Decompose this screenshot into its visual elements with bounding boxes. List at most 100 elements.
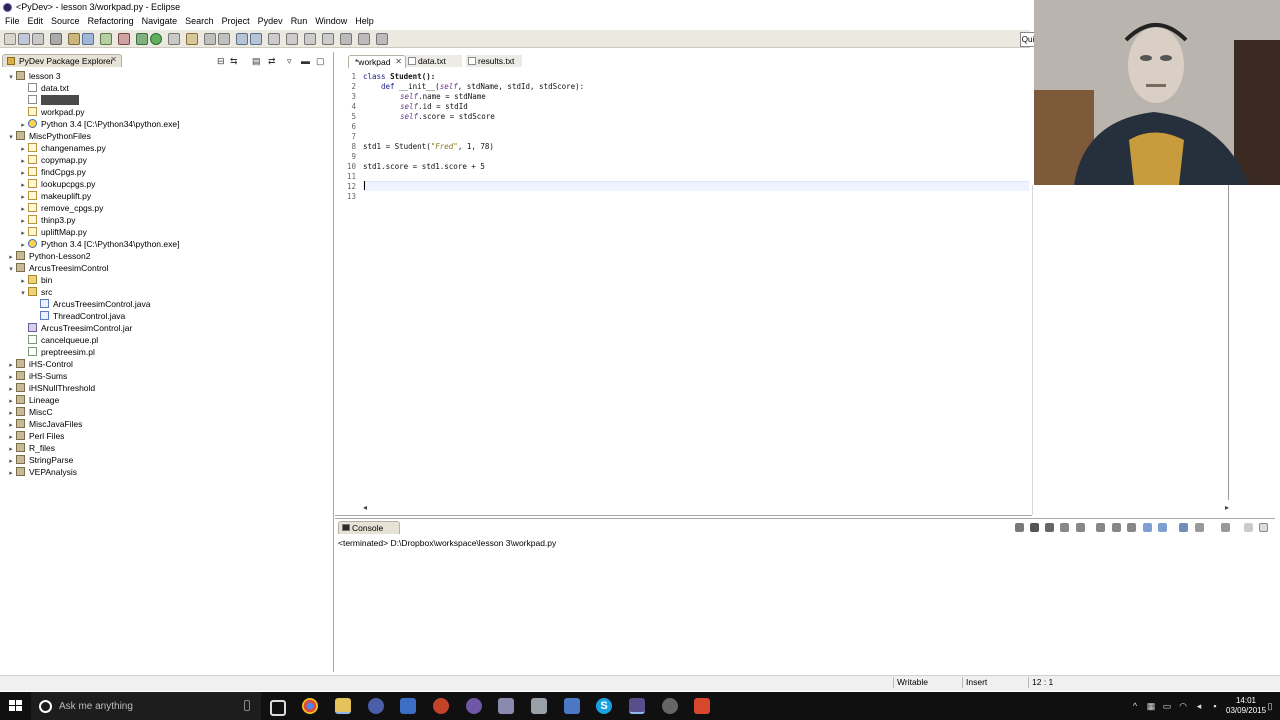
terminate-icon[interactable] — [1015, 523, 1024, 532]
chevron-up-icon[interactable]: ^ — [1130, 701, 1140, 711]
start-button[interactable] — [9, 700, 22, 712]
eclipse-active-icon[interactable] — [629, 698, 645, 714]
network-icon[interactable]: ▦ — [1146, 701, 1156, 711]
tree-item[interactable]: ▸ Python-Lesson2 — [6, 250, 90, 262]
tree-item[interactable]: ArcusTreesimControl.jar — [18, 322, 132, 334]
tree-item[interactable]: workpad.py — [18, 106, 84, 118]
tree-item[interactable]: ▸ bin — [18, 274, 52, 286]
tree-item[interactable]: ArcusTreesimControl.java — [30, 298, 150, 310]
expanded-arrow-icon[interactable]: ▾ — [6, 132, 16, 144]
open-console-icon[interactable] — [1179, 523, 1188, 532]
tab-workpad[interactable]: *workpad ✕ — [348, 55, 406, 68]
save-all-icon[interactable] — [32, 33, 44, 45]
tree-item[interactable]: ▾ MiscPythonFiles — [6, 130, 91, 142]
tree-item[interactable]: ▸ iHS-Control — [6, 358, 73, 370]
menu-project[interactable]: Project — [218, 15, 254, 26]
tree-item[interactable]: ▾ ArcusTreesimControl — [6, 262, 109, 274]
display-console-icon[interactable] — [1158, 523, 1167, 532]
tree-item[interactable]: ▸ Perl Files — [6, 430, 64, 442]
chrome-icon[interactable] — [302, 698, 318, 714]
minimize-icon[interactable] — [1244, 523, 1253, 532]
task-view-icon[interactable] — [270, 700, 286, 716]
battery-icon[interactable]: ▭ — [1162, 701, 1172, 711]
tree-item[interactable]: ▸ thinp3.py — [18, 214, 76, 226]
tree-item[interactable]: ▸ iHS-Sums — [6, 370, 67, 382]
remove-launch-icon[interactable] — [1030, 523, 1039, 532]
wifi-icon[interactable]: ◠ — [1178, 701, 1188, 711]
app-icon[interactable] — [662, 698, 678, 714]
maximize-icon[interactable] — [1259, 523, 1268, 532]
tree-item[interactable]: ▾ lesson 3 — [6, 70, 61, 82]
console-vertical-scrollbar[interactable] — [1266, 549, 1274, 662]
menu-search[interactable]: Search — [181, 15, 218, 26]
tree-item[interactable]: ▸ Python 3.4 [C:\Python34\python.exe] — [18, 238, 179, 250]
tree-item[interactable]: ▸ findCpgs.py — [18, 166, 86, 178]
filter-icon[interactable]: ▤ — [252, 56, 261, 67]
eclipse-taskbar-icon[interactable] — [466, 698, 482, 714]
app-icon[interactable] — [498, 698, 514, 714]
tree-item[interactable]: ▸ makeuplift.py — [18, 190, 91, 202]
tree-item[interactable]: results.txt — [18, 94, 80, 106]
skype-icon[interactable]: S — [596, 698, 612, 714]
tree-item[interactable]: ▸ MiscC — [6, 406, 53, 418]
taskbar-search-box[interactable]: Ask me anything — [31, 692, 261, 720]
external-tools-icon[interactable] — [168, 33, 180, 45]
search-icon[interactable] — [186, 33, 198, 45]
remove-all-icon[interactable] — [1045, 523, 1054, 532]
print-icon[interactable] — [50, 33, 62, 45]
close-icon[interactable]: ✕ — [395, 56, 402, 68]
show-console-on-error-icon[interactable] — [1127, 523, 1136, 532]
run-icon[interactable] — [150, 33, 162, 45]
tree-item[interactable]: preptreesim.pl — [18, 346, 95, 358]
editor-area[interactable] — [335, 52, 1032, 516]
menu-edit[interactable]: Edit — [24, 15, 48, 26]
scroll-right-icon[interactable]: ▸ — [1225, 503, 1229, 512]
menu-file[interactable]: File — [0, 15, 24, 26]
forward-icon[interactable] — [250, 33, 262, 45]
tree-item[interactable]: ▸ Lineage — [6, 394, 59, 406]
clear-console-icon[interactable] — [1060, 523, 1069, 532]
open-type-icon[interactable] — [68, 33, 80, 45]
last-edit-icon[interactable] — [304, 33, 316, 45]
tree-item[interactable]: ▸ R_files — [6, 442, 55, 454]
tree-item[interactable]: ▸ Python 3.4 [C:\Python34\python.exe] — [18, 118, 179, 130]
collapsed-arrow-icon[interactable]: ▸ — [6, 468, 16, 480]
editor-vertical-scrollbar[interactable] — [1228, 185, 1229, 500]
app-icon[interactable] — [694, 698, 710, 714]
collapse-all-icon[interactable]: ⊟ — [217, 56, 225, 67]
sync-icon[interactable]: ⇄ — [268, 56, 276, 67]
tree-item[interactable]: ▸ upliftMap.py — [18, 226, 87, 238]
new-package-icon[interactable] — [82, 33, 94, 45]
menu-navigate[interactable]: Navigate — [138, 15, 182, 26]
volume-icon[interactable]: ◂ — [1194, 701, 1204, 711]
tree-item[interactable]: ▸ changenames.py — [18, 142, 106, 154]
new-class-icon[interactable] — [100, 33, 112, 45]
console-menu-icon[interactable] — [1195, 523, 1204, 532]
taskbar-clock[interactable]: 14:01 03/09/2015 — [1226, 696, 1266, 716]
language-icon[interactable]: ▪ — [1210, 701, 1220, 711]
pin-editor-icon[interactable] — [268, 33, 280, 45]
toggle-icon[interactable] — [286, 33, 298, 45]
menu-source[interactable]: Source — [47, 15, 84, 26]
mail-icon[interactable] — [400, 698, 416, 714]
tree-item[interactable]: ▸ MiscJavaFiles — [6, 418, 82, 430]
menu-window[interactable]: Window — [311, 15, 351, 26]
new-console-icon[interactable] — [1221, 523, 1230, 532]
tree-item[interactable]: ▸ remove_cpgs.py — [18, 202, 103, 214]
tree-item[interactable]: ThreadControl.java — [30, 310, 125, 322]
pin-console-icon[interactable] — [1143, 523, 1152, 532]
view-menu-icon[interactable]: ▿ — [287, 56, 292, 67]
pydev-icon[interactable] — [340, 33, 352, 45]
back-icon[interactable] — [236, 33, 248, 45]
perspective-icon[interactable] — [322, 33, 334, 45]
next-annotation-icon[interactable] — [204, 33, 216, 45]
app-icon[interactable] — [564, 698, 580, 714]
debug-icon[interactable] — [136, 33, 148, 45]
close-icon[interactable]: ✕ — [110, 55, 117, 64]
menu-pydev[interactable]: Pydev — [254, 15, 287, 26]
editor-horizontal-scrollbar[interactable]: ◂ ▸ — [363, 503, 1229, 512]
console-horizontal-scrollbar[interactable] — [340, 661, 1270, 669]
maximize-icon[interactable]: ▢ — [316, 56, 325, 67]
tab-results-txt[interactable]: results.txt — [466, 55, 522, 67]
scroll-lock-icon[interactable] — [1076, 523, 1085, 532]
